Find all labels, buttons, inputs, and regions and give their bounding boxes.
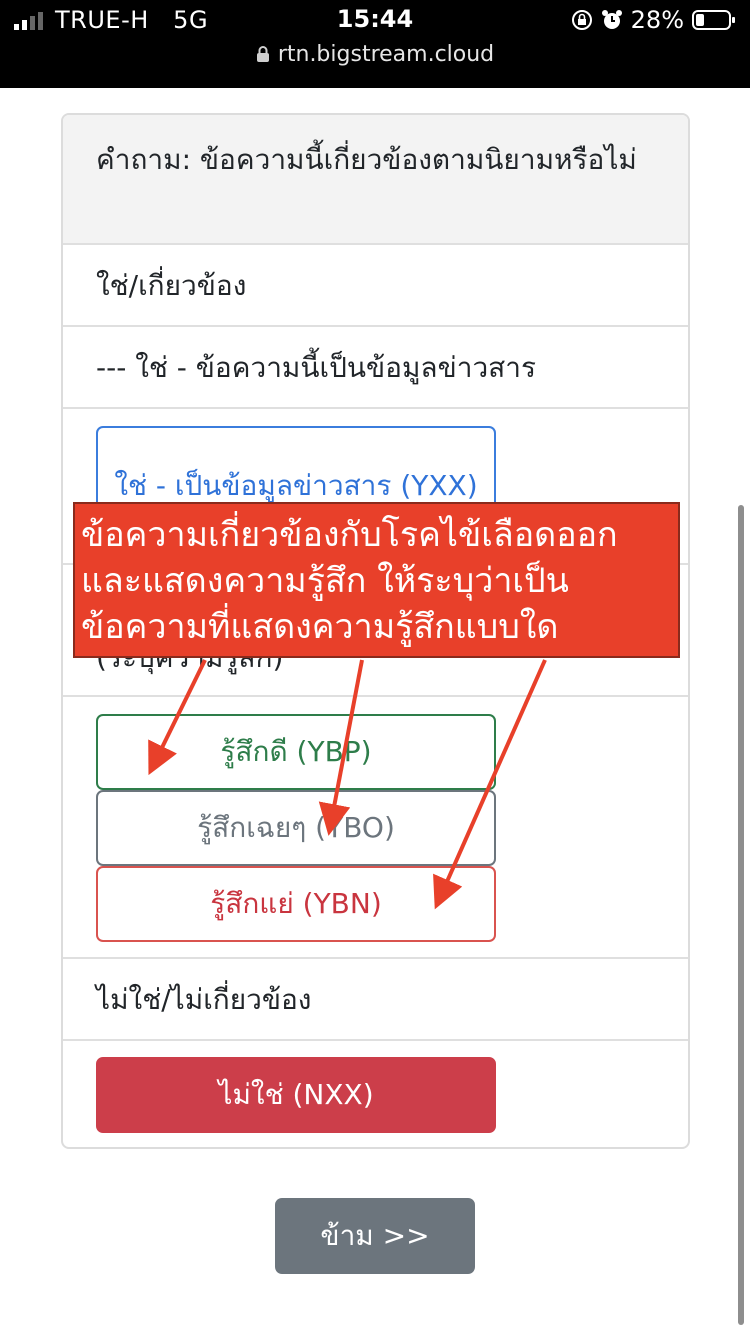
orientation-lock-icon [571,10,592,30]
subsection-yes-info: --- ใช่ - ข้อความนี้เป็นข้อมูลข่าวสาร [63,327,688,409]
battery-percent: 28% [630,6,684,34]
negative-button[interactable]: รู้สึกแย่ (YBN) [96,866,496,942]
alarm-icon [601,10,622,29]
no-button[interactable]: ไม่ใช่ (NXX) [96,1057,496,1133]
sentiment-buttons-row: รู้สึกดี (YBP) รู้สึกเฉยๆ (YBO) รู้สึกแย… [63,697,688,959]
section-no: ไม่ใช่/ไม่เกี่ยวข้อง [63,959,688,1041]
question-title: คำถาม: ข้อความนี้เกี่ยวข้องตามนิยามหรือไ… [96,143,637,176]
neutral-button[interactable]: รู้สึกเฉยๆ (YBO) [96,790,496,866]
annotation-callout: ข้อความเกี่ยวข้องกับโรคไข้เลือดออกและแสด… [73,502,680,658]
lock-icon [256,46,269,62]
section-yes-label: ใช่/เกี่ยวข้อง [96,269,247,302]
card-header: คำถาม: ข้อความนี้เกี่ยวข้องตามนิยามหรือไ… [63,115,688,245]
url-text: rtn.bigstream.cloud [277,42,495,67]
status-bar: TRUE-H 5G 15:44 28% rtn.bigstream.cloud [0,0,750,88]
positive-button[interactable]: รู้สึกดี (YBP) [96,714,496,790]
status-icons: 28% [571,6,736,34]
scrollbar[interactable] [738,505,744,1325]
section-yes: ใช่/เกี่ยวข้อง [63,245,688,327]
address-bar[interactable]: rtn.bigstream.cloud [0,42,750,67]
subsection-yes-info-label: --- ใช่ - ข้อความนี้เป็นข้อมูลข่าวสาร [96,351,537,384]
skip-button[interactable]: ข้าม >> [275,1198,475,1274]
section-no-label: ไม่ใช่/ไม่เกี่ยวข้อง [96,983,312,1016]
battery-icon [692,10,735,30]
no-row: ไม่ใช่ (NXX) [63,1041,688,1147]
